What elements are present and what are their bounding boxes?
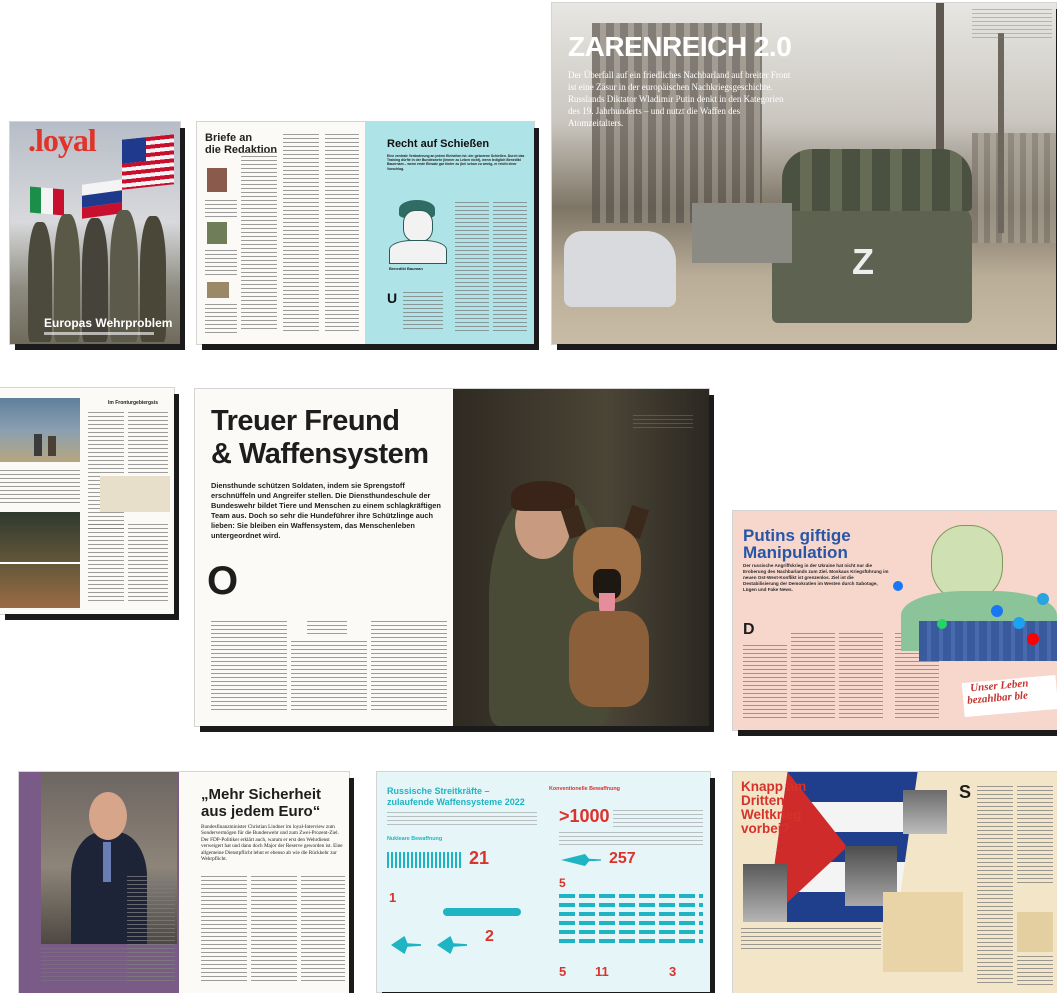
shooting-lead: Eine zentrale Veränderung an jedem Einhe…: [387, 154, 525, 171]
dog-figure: [560, 504, 655, 707]
cover-logo: .loyal: [28, 122, 97, 158]
submarine-icon: [443, 908, 521, 916]
cover-headline: Europas Wehrproblem: [44, 316, 173, 330]
building-block-right: [972, 133, 1056, 243]
dog-text-page: Treuer Freund & Waffensystem Diensthunde…: [195, 389, 453, 726]
us-flag: [122, 134, 174, 190]
forces-title: Russische Streitkräfte – zulaufende Waff…: [387, 786, 525, 807]
stat-11: 11: [595, 964, 609, 979]
castro-photo: [743, 864, 787, 922]
stat-257: 257: [609, 850, 636, 867]
portrait-illustration: [389, 196, 447, 264]
info-box: [1017, 912, 1053, 952]
stat-3: 3: [669, 964, 677, 979]
dog-photo-page: [453, 389, 709, 726]
missile-bars: [387, 852, 463, 868]
italian-flag: [30, 186, 64, 216]
zarenreich-lead: Der Überfall auf ein friedliches Nachbar…: [568, 70, 791, 128]
lindner-text-page: „Mehr Sicherheit aus jedem Euro“ Bundesf…: [179, 772, 349, 993]
putin-title: Putins giftige Manipulation: [743, 526, 851, 562]
truck: [692, 203, 792, 263]
zarenreich-title: ZARENREICH 2.0: [568, 31, 792, 62]
stat-5a: 5: [559, 876, 566, 890]
shooting-dropcap: U: [387, 290, 398, 306]
letter-photo-1: [207, 168, 227, 192]
putin-lead: Der russische Angriffskrieg in der Ukrai…: [743, 563, 889, 592]
bomber-icon-2: [437, 936, 467, 954]
putin-dropcap: D: [743, 621, 755, 638]
soldiers-on-vehicle: [782, 149, 972, 211]
jet-icon: [561, 854, 601, 866]
vehicle-mark: Z: [852, 241, 874, 282]
stat-21: 21: [469, 848, 490, 868]
map-area: [883, 892, 963, 972]
frontline-photo-bottom: [0, 512, 80, 608]
frontline-heading: Im Fronturgebiergsis: [108, 400, 159, 406]
dog-title: Treuer Freund & Waffensystem: [211, 405, 429, 470]
letters-page: Briefe an die Redaktion: [197, 122, 365, 344]
stat-5b: 5: [559, 964, 567, 979]
letters-spread[interactable]: Briefe an die Redaktion Recht auf Schieß…: [197, 122, 534, 344]
bomber-icon-1: [391, 936, 421, 954]
kennedy-photo: [903, 790, 947, 834]
letter-photo-2: [207, 222, 227, 244]
sidebar-box: [100, 476, 170, 512]
lindner-title: „Mehr Sicherheit aus jedem Euro“: [201, 786, 322, 820]
armored-vehicle: Z: [772, 203, 972, 323]
utility-pole-2: [998, 33, 1004, 233]
shooting-title: Recht auf Schießen: [387, 138, 490, 150]
forces-nuclear: Nukleare Bewaffnung: [387, 836, 443, 842]
cuba-dropcap: S: [959, 782, 972, 802]
lindner-lead: Bundesfinanzminister Christian Lindner i…: [201, 824, 343, 863]
letter-photo-3: [207, 282, 229, 298]
forces-conventional: Konventionelle Bewaffnung: [549, 786, 620, 792]
frontline-spread[interactable]: Im Fronturgebiergsis: [0, 388, 174, 614]
cover-page[interactable]: .loyal Europas Wehrproblem: [10, 122, 180, 344]
cuba-title: Knapp am Dritten Weltkrieg vorbei?: [741, 779, 807, 836]
dog-spread[interactable]: Treuer Freund & Waffensystem Diensthunde…: [195, 389, 709, 726]
zarenreich-spread[interactable]: Z ZARENREICH 2.0 Der Überfall auf ein fr…: [552, 3, 1056, 344]
stat-1000: >1000: [559, 806, 610, 826]
ship-rows: [559, 894, 703, 944]
frontline-photo-top: [0, 398, 80, 462]
dog-dropcap: O: [207, 559, 239, 603]
putin-banner: Unser Leben bezahlbar ble: [961, 674, 1057, 718]
putin-spread[interactable]: Putins giftige Manipulation Der russisch…: [733, 511, 1057, 730]
stat-1: 1: [389, 890, 397, 905]
stat-2: 2: [485, 928, 494, 945]
forces-spread[interactable]: Russische Streitkräfte – zulaufende Waff…: [377, 772, 710, 992]
dog-lead: Diensthunde schützen Soldaten, indem sie…: [211, 481, 441, 540]
putin-illustration: [893, 521, 1057, 661]
portrait-caption: Benedikt Bauman: [389, 266, 423, 271]
shooting-page: Recht auf Schießen Eine zentrale Verände…: [365, 122, 534, 344]
white-car: [564, 231, 676, 307]
cuba-spread[interactable]: Knapp am Dritten Weltkrieg vorbei? S: [733, 772, 1057, 993]
lindner-spread[interactable]: „Mehr Sicherheit aus jedem Euro“ Bundesf…: [19, 772, 349, 993]
